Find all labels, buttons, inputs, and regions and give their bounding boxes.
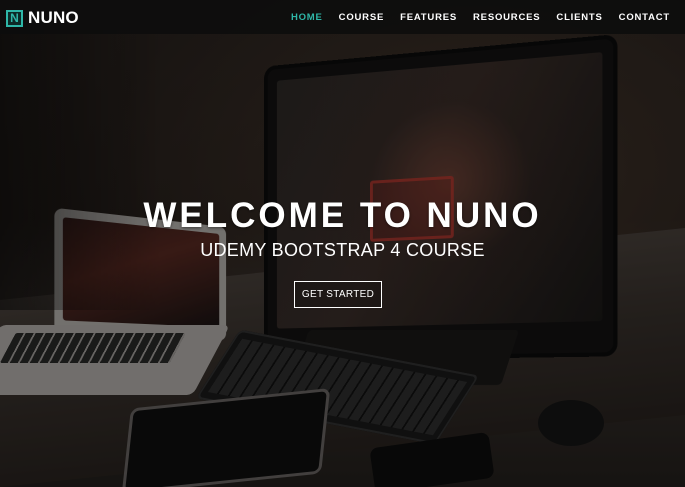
navbar: N NUNO HOME COURSE FEATURES RESOURCES CL… — [0, 0, 685, 34]
main-nav: HOME COURSE FEATURES RESOURCES CLIENTS C… — [291, 0, 670, 34]
get-started-button[interactable]: GET STARTED — [294, 281, 382, 308]
nav-item-contact[interactable]: CONTACT — [619, 12, 670, 23]
nav-item-course[interactable]: COURSE — [339, 12, 384, 23]
nav-item-clients[interactable]: CLIENTS — [556, 12, 602, 23]
hero-subtitle: UDEMY BOOTSTRAP 4 COURSE — [200, 240, 485, 260]
nav-item-features[interactable]: FEATURES — [400, 12, 457, 23]
hero-title: WELCOME TO NUNO — [143, 196, 542, 235]
nav-item-home[interactable]: HOME — [291, 12, 323, 23]
brand-name: NUNO — [28, 8, 79, 27]
brand-n-icon: N — [6, 9, 23, 27]
brand-logo[interactable]: N NUNO — [6, 8, 79, 28]
nav-item-resources[interactable]: RESOURCES — [473, 12, 540, 23]
